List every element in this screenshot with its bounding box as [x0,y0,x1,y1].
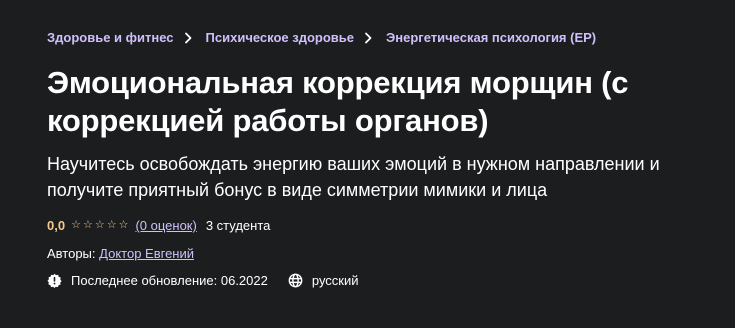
authors-row: Авторы: Доктор Евгений [47,246,194,261]
rating-row: 0,0 ☆ ☆ ☆ ☆ ☆ (0 оценок) 3 студента [47,218,270,233]
course-header: { "breadcrumbs": [ {"label": "Здоровье и… [0,0,735,328]
page-title: Эмоциональная коррекция морщин (с коррек… [47,65,629,138]
rating-value: 0,0 [47,218,66,233]
students-count: 3 студента [205,218,271,233]
alert-badge-icon [47,273,62,288]
star-empty-icon: ☆ [94,219,105,231]
globe-icon [288,273,303,288]
course-language: русский [288,273,359,288]
ratings-count-link[interactable]: (0 оценок) [135,218,196,233]
chevron-right-icon [184,32,193,44]
last-update-date: 06.2022 [220,273,268,288]
author-link[interactable]: Доктор Евгений [99,246,194,261]
breadcrumb-item-mental-health[interactable]: Психическое здоровье [206,30,355,45]
language-label: русский [311,273,359,288]
rating-stars: ☆ ☆ ☆ ☆ ☆ [71,220,130,231]
course-subtitle: Научитесь освобождать энергию ваших эмоц… [47,154,660,200]
star-empty-icon: ☆ [71,219,81,231]
star-empty-icon: ☆ [106,219,117,231]
star-empty-icon: ☆ [82,219,93,231]
authors-label: Авторы: [47,246,96,261]
meta-row: Последнее обновление: 06.2022 русский [47,273,379,288]
breadcrumb: Здоровье и фитнес Психическое здоровье Э… [47,30,596,45]
last-update-label: Последнее обновление: [71,273,218,288]
last-update: Последнее обновление: 06.2022 [47,273,268,288]
breadcrumb-item-energy-psychology[interactable]: Энергетическая психология (EP) [386,30,596,45]
star-empty-icon: ☆ [118,219,129,231]
breadcrumb-item-health-fitness[interactable]: Здоровье и фитнес [47,30,174,45]
chevron-right-icon [364,32,373,44]
